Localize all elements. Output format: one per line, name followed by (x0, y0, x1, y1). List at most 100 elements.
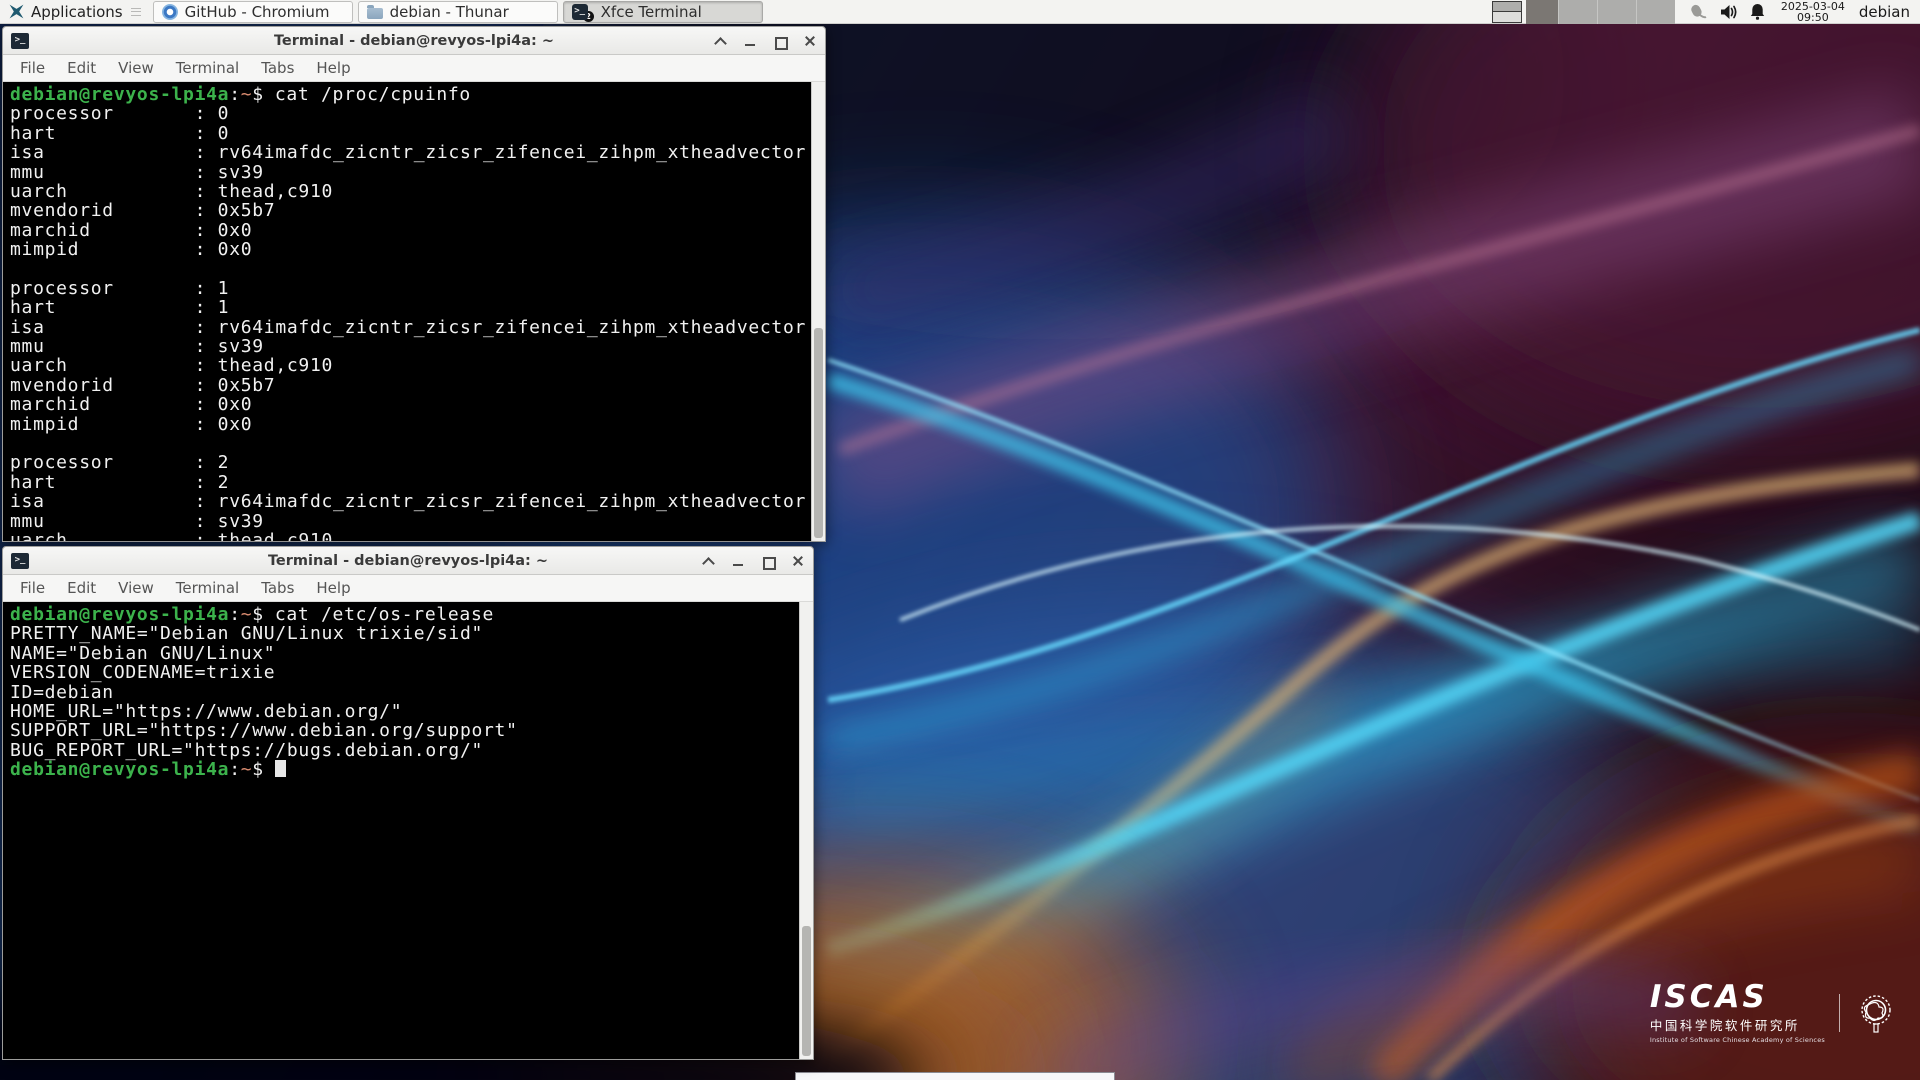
scrollbar[interactable] (811, 82, 825, 541)
terminal-line: isa : rv64imafdc_zicntr_zicsr_zifencei_z… (10, 492, 811, 511)
scrollbar-thumb[interactable] (814, 328, 823, 538)
menu-item[interactable]: File (9, 59, 56, 77)
taskbar: GitHub - Chromium debian - Thunar >_ 2 X… (153, 1, 763, 23)
notification-bell-icon[interactable] (1750, 3, 1765, 20)
prompt-user-host: debian@revyos-lpi4a (10, 759, 229, 780)
terminal-line: marchid : 0x0 (10, 221, 811, 240)
iscas-chinese-name: 中国科学院软件研究所 (1650, 1015, 1825, 1034)
prompt-colon: : (229, 604, 241, 625)
workspace-1[interactable] (1492, 1, 1522, 13)
clock[interactable]: 2025-03-04 09:50 (1775, 1, 1851, 23)
xfce-logo-icon (8, 3, 25, 20)
terminal-output-area[interactable]: debian@revyos-lpi4a:~$cat /proc/cpuinfo … (3, 82, 811, 541)
window-title: Terminal - debian@revyos-lpi4a: ~ (3, 553, 813, 569)
terminal-line: isa : rv64imafdc_zicntr_zicsr_zifencei_z… (10, 143, 811, 162)
taskbar-button-chromium[interactable]: GitHub - Chromium (153, 1, 353, 23)
clock-time: 09:50 (1781, 12, 1845, 23)
terminal-line: hart : 0 (10, 124, 811, 143)
prompt-user-host: debian@revyos-lpi4a (10, 604, 229, 625)
terminal-line: mvendorid : 0x5b7 (10, 376, 811, 395)
close-button[interactable] (791, 554, 805, 568)
terminal-line: PRETTY_NAME="Debian GNU/Linux trixie/sid… (10, 624, 799, 643)
rollup-button[interactable] (713, 34, 727, 48)
host-label[interactable]: debian (1851, 3, 1920, 21)
terminal-line: mvendorid : 0x5b7 (10, 201, 811, 220)
close-button[interactable] (803, 34, 817, 48)
workspace-2[interactable] (1492, 12, 1522, 23)
menu-item[interactable]: Terminal (165, 579, 250, 597)
prompt-dollar: $ (252, 759, 264, 780)
terminal-line: uarch : thead,c910 (10, 356, 811, 375)
maximize-button[interactable] (773, 34, 787, 48)
workspace-switcher[interactable] (1492, 1, 1522, 23)
terminal-line: hart : 1 (10, 298, 811, 317)
menu-item[interactable]: Tabs (250, 579, 305, 597)
menu-item[interactable]: Terminal (165, 59, 250, 77)
rollup-button[interactable] (701, 554, 715, 568)
terminal-line: VERSION_CODENAME=trixie (10, 663, 799, 682)
command-text: cat /etc/os-release (275, 604, 494, 625)
tray-placeholder-dark (1526, 0, 1558, 24)
taskbar-button-label: GitHub - Chromium (185, 3, 330, 21)
terminal-line: processor : 2 (10, 453, 811, 472)
prompt-user-host: debian@revyos-lpi4a (10, 84, 229, 105)
terminal-output-area[interactable]: debian@revyos-lpi4a:~$cat /etc/os-releas… (3, 602, 799, 1059)
window-title: Terminal - debian@revyos-lpi4a: ~ (3, 33, 825, 49)
menu-item[interactable]: Edit (56, 59, 107, 77)
menu-item[interactable]: Edit (56, 579, 107, 597)
taskbar-button-label: Xfce Terminal (601, 3, 702, 21)
prompt-path: ~ (241, 759, 253, 780)
terminal-line: mimpid : 0x0 (10, 240, 811, 259)
minimize-button[interactable] (731, 554, 745, 568)
terminal-line: NAME="Debian GNU/Linux" (10, 644, 799, 663)
prompt-line: debian@revyos-lpi4a:~$ cat /etc/os-releas… (10, 605, 799, 624)
watermark-separator (1839, 994, 1840, 1032)
terminal-line (10, 434, 811, 453)
taskbar-button-label: debian - Thunar (390, 3, 509, 21)
terminal-line: ID=debian (10, 683, 799, 702)
titlebar[interactable]: >_ Terminal - debian@revyos-lpi4a: ~ (3, 27, 825, 55)
prompt-dollar: $ (252, 84, 264, 105)
minimize-button[interactable] (743, 34, 757, 48)
scrollbar[interactable] (799, 602, 813, 1059)
terminal-line: mmu : sv39 (10, 337, 811, 356)
text-cursor (275, 760, 286, 777)
prompt-path: ~ (241, 604, 253, 625)
applications-menu-button[interactable]: Applications (0, 0, 131, 24)
terminal-line: processor : 0 (10, 104, 811, 123)
taskbar-button-terminal[interactable]: >_ 2 Xfce Terminal (563, 1, 763, 23)
terminal-line: BUG_REPORT_URL="https://bugs.debian.org/… (10, 741, 799, 760)
terminal-window-icon: >_ (11, 553, 29, 569)
menu-item[interactable]: View (107, 59, 165, 77)
terminal-line: hart : 2 (10, 473, 811, 492)
prompt-colon: : (229, 759, 241, 780)
prompt-path: ~ (241, 84, 253, 105)
taskbar-button-thunar[interactable]: debian - Thunar (358, 1, 558, 23)
menu-item[interactable]: View (107, 579, 165, 597)
iscas-english-name: Institute of Software Chinese Academy of… (1650, 1036, 1825, 1044)
terminal-line (10, 260, 811, 279)
terminal-line: mmu : sv39 (10, 163, 811, 182)
prompt-colon: : (229, 84, 241, 105)
prompt-dollar: $ (252, 604, 264, 625)
menubar: FileEditViewTerminalTabsHelp (3, 575, 813, 602)
hidden-window-edge[interactable] (795, 1072, 1115, 1080)
top-panel: Applications GitHub - Chromium debian - … (0, 0, 1920, 24)
terminal-line: processor : 1 (10, 279, 811, 298)
panel-handle[interactable] (131, 5, 141, 19)
tray-placeholder-group (1558, 0, 1675, 24)
menu-item[interactable]: Help (305, 59, 361, 77)
terminal-line: isa : rv64imafdc_zicntr_zicsr_zifencei_z… (10, 318, 811, 337)
terminal-window-icon: >_ (11, 33, 29, 49)
menu-item[interactable]: File (9, 579, 56, 597)
maximize-button[interactable] (761, 554, 775, 568)
iscas-watermark: ISCAS 中国科学院软件研究所 Institute of Software C… (1650, 982, 1898, 1044)
scrollbar-thumb[interactable] (802, 926, 811, 1056)
menu-item[interactable]: Help (305, 579, 361, 597)
volume-icon[interactable] (1720, 4, 1738, 20)
command-text: cat /proc/cpuinfo (275, 84, 471, 105)
device-tray-icon[interactable] (1689, 3, 1708, 20)
menu-item[interactable]: Tabs (250, 59, 305, 77)
terminal-line: mmu : sv39 (10, 512, 811, 531)
titlebar[interactable]: >_ Terminal - debian@revyos-lpi4a: ~ (3, 547, 813, 575)
